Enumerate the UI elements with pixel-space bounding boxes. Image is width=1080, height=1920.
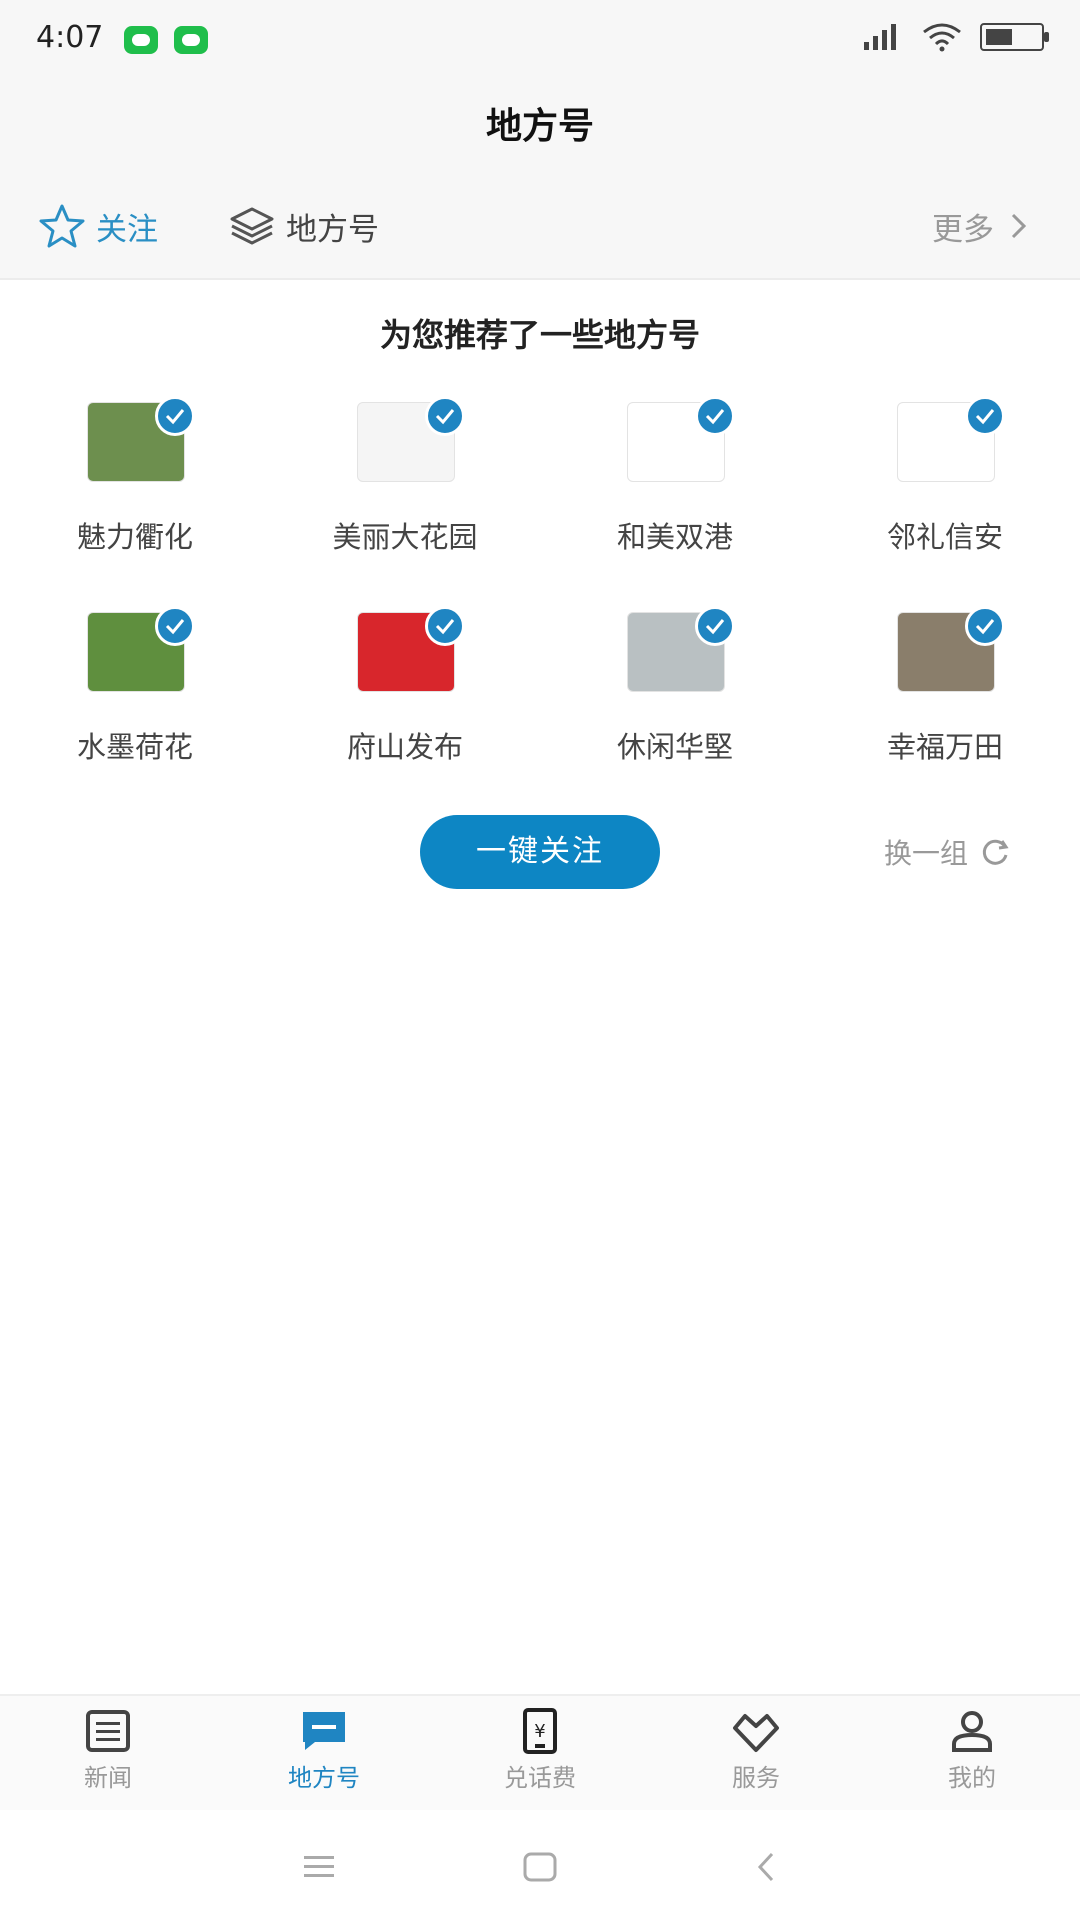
news-icon	[86, 1710, 130, 1752]
wifi-icon	[923, 23, 961, 52]
recommend-item[interactable]: 休闲华堅	[540, 598, 810, 768]
avatar-wrapper	[627, 606, 735, 708]
status-time: 4:07	[36, 20, 104, 55]
recommend-item[interactable]: 幸福万田	[810, 598, 1080, 768]
avatar-wrapper	[357, 606, 465, 708]
checkmark-icon[interactable]	[425, 606, 465, 646]
recommend-item[interactable]: 和美双港	[540, 388, 810, 558]
tab-follow-label: 关注	[96, 211, 158, 248]
avatar-wrapper	[357, 396, 465, 498]
tab-local-label: 地方号	[286, 211, 379, 248]
recommend-item-label: 水墨荷花	[76, 730, 193, 764]
nav-item-label: 兑话费	[504, 1764, 576, 1792]
avatar-wrapper	[897, 606, 1005, 708]
checkmark-icon[interactable]	[695, 396, 735, 436]
nav-item-label: 我的	[948, 1764, 996, 1792]
nav-item-label: 服务	[732, 1764, 780, 1792]
checkmark-icon[interactable]	[155, 606, 195, 646]
service-icon	[733, 1714, 779, 1752]
recommend-item[interactable]: 府山发布	[270, 598, 540, 768]
avatar-wrapper	[627, 396, 735, 498]
nav-item[interactable]: 我的	[864, 1708, 1080, 1793]
nav-item[interactable]: ¥ 兑话费	[432, 1708, 648, 1793]
more-link[interactable]: 更多	[932, 174, 1030, 278]
system-nav-bar	[0, 1810, 1080, 1920]
checkmark-icon[interactable]	[965, 606, 1005, 646]
nav-item[interactable]: 地方号	[216, 1708, 432, 1793]
recommend-item-label: 府山发布	[346, 730, 463, 764]
bottom-nav: 新闻 地方号 ¥ 兑话费 服务 我的	[0, 1694, 1080, 1812]
refresh-button[interactable]: 换一组	[884, 832, 1010, 872]
tab-bar: 关注 地方号 更多	[0, 174, 1080, 280]
recommend-item[interactable]: 水墨荷花	[0, 598, 270, 768]
avatar-wrapper	[87, 396, 195, 498]
recommend-item-label: 邻礼信安	[886, 520, 1003, 554]
chat-icon	[303, 1712, 345, 1750]
nav-item-label: 地方号	[288, 1764, 360, 1792]
more-label: 更多	[932, 211, 994, 248]
chevron-right-icon	[1011, 213, 1027, 239]
profile-icon	[952, 1711, 992, 1752]
back-icon[interactable]	[748, 1850, 788, 1884]
menu-icon[interactable]	[300, 1850, 340, 1884]
avatar-wrapper	[897, 396, 1005, 498]
nav-item[interactable]: 服务	[648, 1708, 864, 1793]
status-indicators	[860, 22, 1049, 52]
nav-item-label: 新闻	[84, 1764, 132, 1792]
checkmark-icon[interactable]	[155, 396, 195, 436]
recommend-item-label: 美丽大花园	[332, 520, 478, 554]
star-icon	[39, 204, 85, 248]
status-bar: 4:07	[0, 0, 1080, 80]
layers-icon	[230, 207, 274, 245]
phone-pay-icon: ¥	[523, 1708, 557, 1754]
avatar-wrapper	[87, 606, 195, 708]
nav-item[interactable]: 新闻	[0, 1708, 216, 1793]
checkmark-icon[interactable]	[965, 396, 1005, 436]
recommend-item-label: 魅力衢化	[76, 520, 193, 554]
recommend-item[interactable]: 邻礼信安	[810, 388, 1080, 558]
wechat-notification-icon	[174, 26, 208, 54]
checkmark-icon[interactable]	[695, 606, 735, 646]
recommend-item-label: 幸福万田	[886, 730, 1003, 764]
recommend-item-label: 休闲华堅	[616, 730, 733, 764]
tab-local[interactable]: 地方号	[228, 174, 379, 278]
svg-text:¥: ¥	[534, 1721, 545, 1742]
recommend-item[interactable]: 美丽大花园	[270, 388, 540, 558]
refresh-icon	[982, 839, 1009, 865]
follow-all-button[interactable]: 一键关注	[420, 815, 660, 889]
signal-icon	[864, 24, 896, 50]
refresh-label: 换一组	[884, 837, 969, 870]
home-icon[interactable]	[520, 1850, 560, 1884]
recommend-item-label: 和美双港	[616, 520, 733, 554]
page-title: 地方号	[485, 106, 594, 147]
title-bar: 地方号	[0, 80, 1080, 174]
wechat-notification-icon	[124, 26, 158, 54]
recommend-title: 为您推荐了一些地方号	[379, 316, 700, 354]
battery-level	[986, 29, 1012, 45]
recommend-item[interactable]: 魅力衢化	[0, 388, 270, 558]
checkmark-icon[interactable]	[425, 396, 465, 436]
tab-follow[interactable]: 关注	[38, 174, 158, 278]
battery-icon	[980, 23, 1049, 51]
